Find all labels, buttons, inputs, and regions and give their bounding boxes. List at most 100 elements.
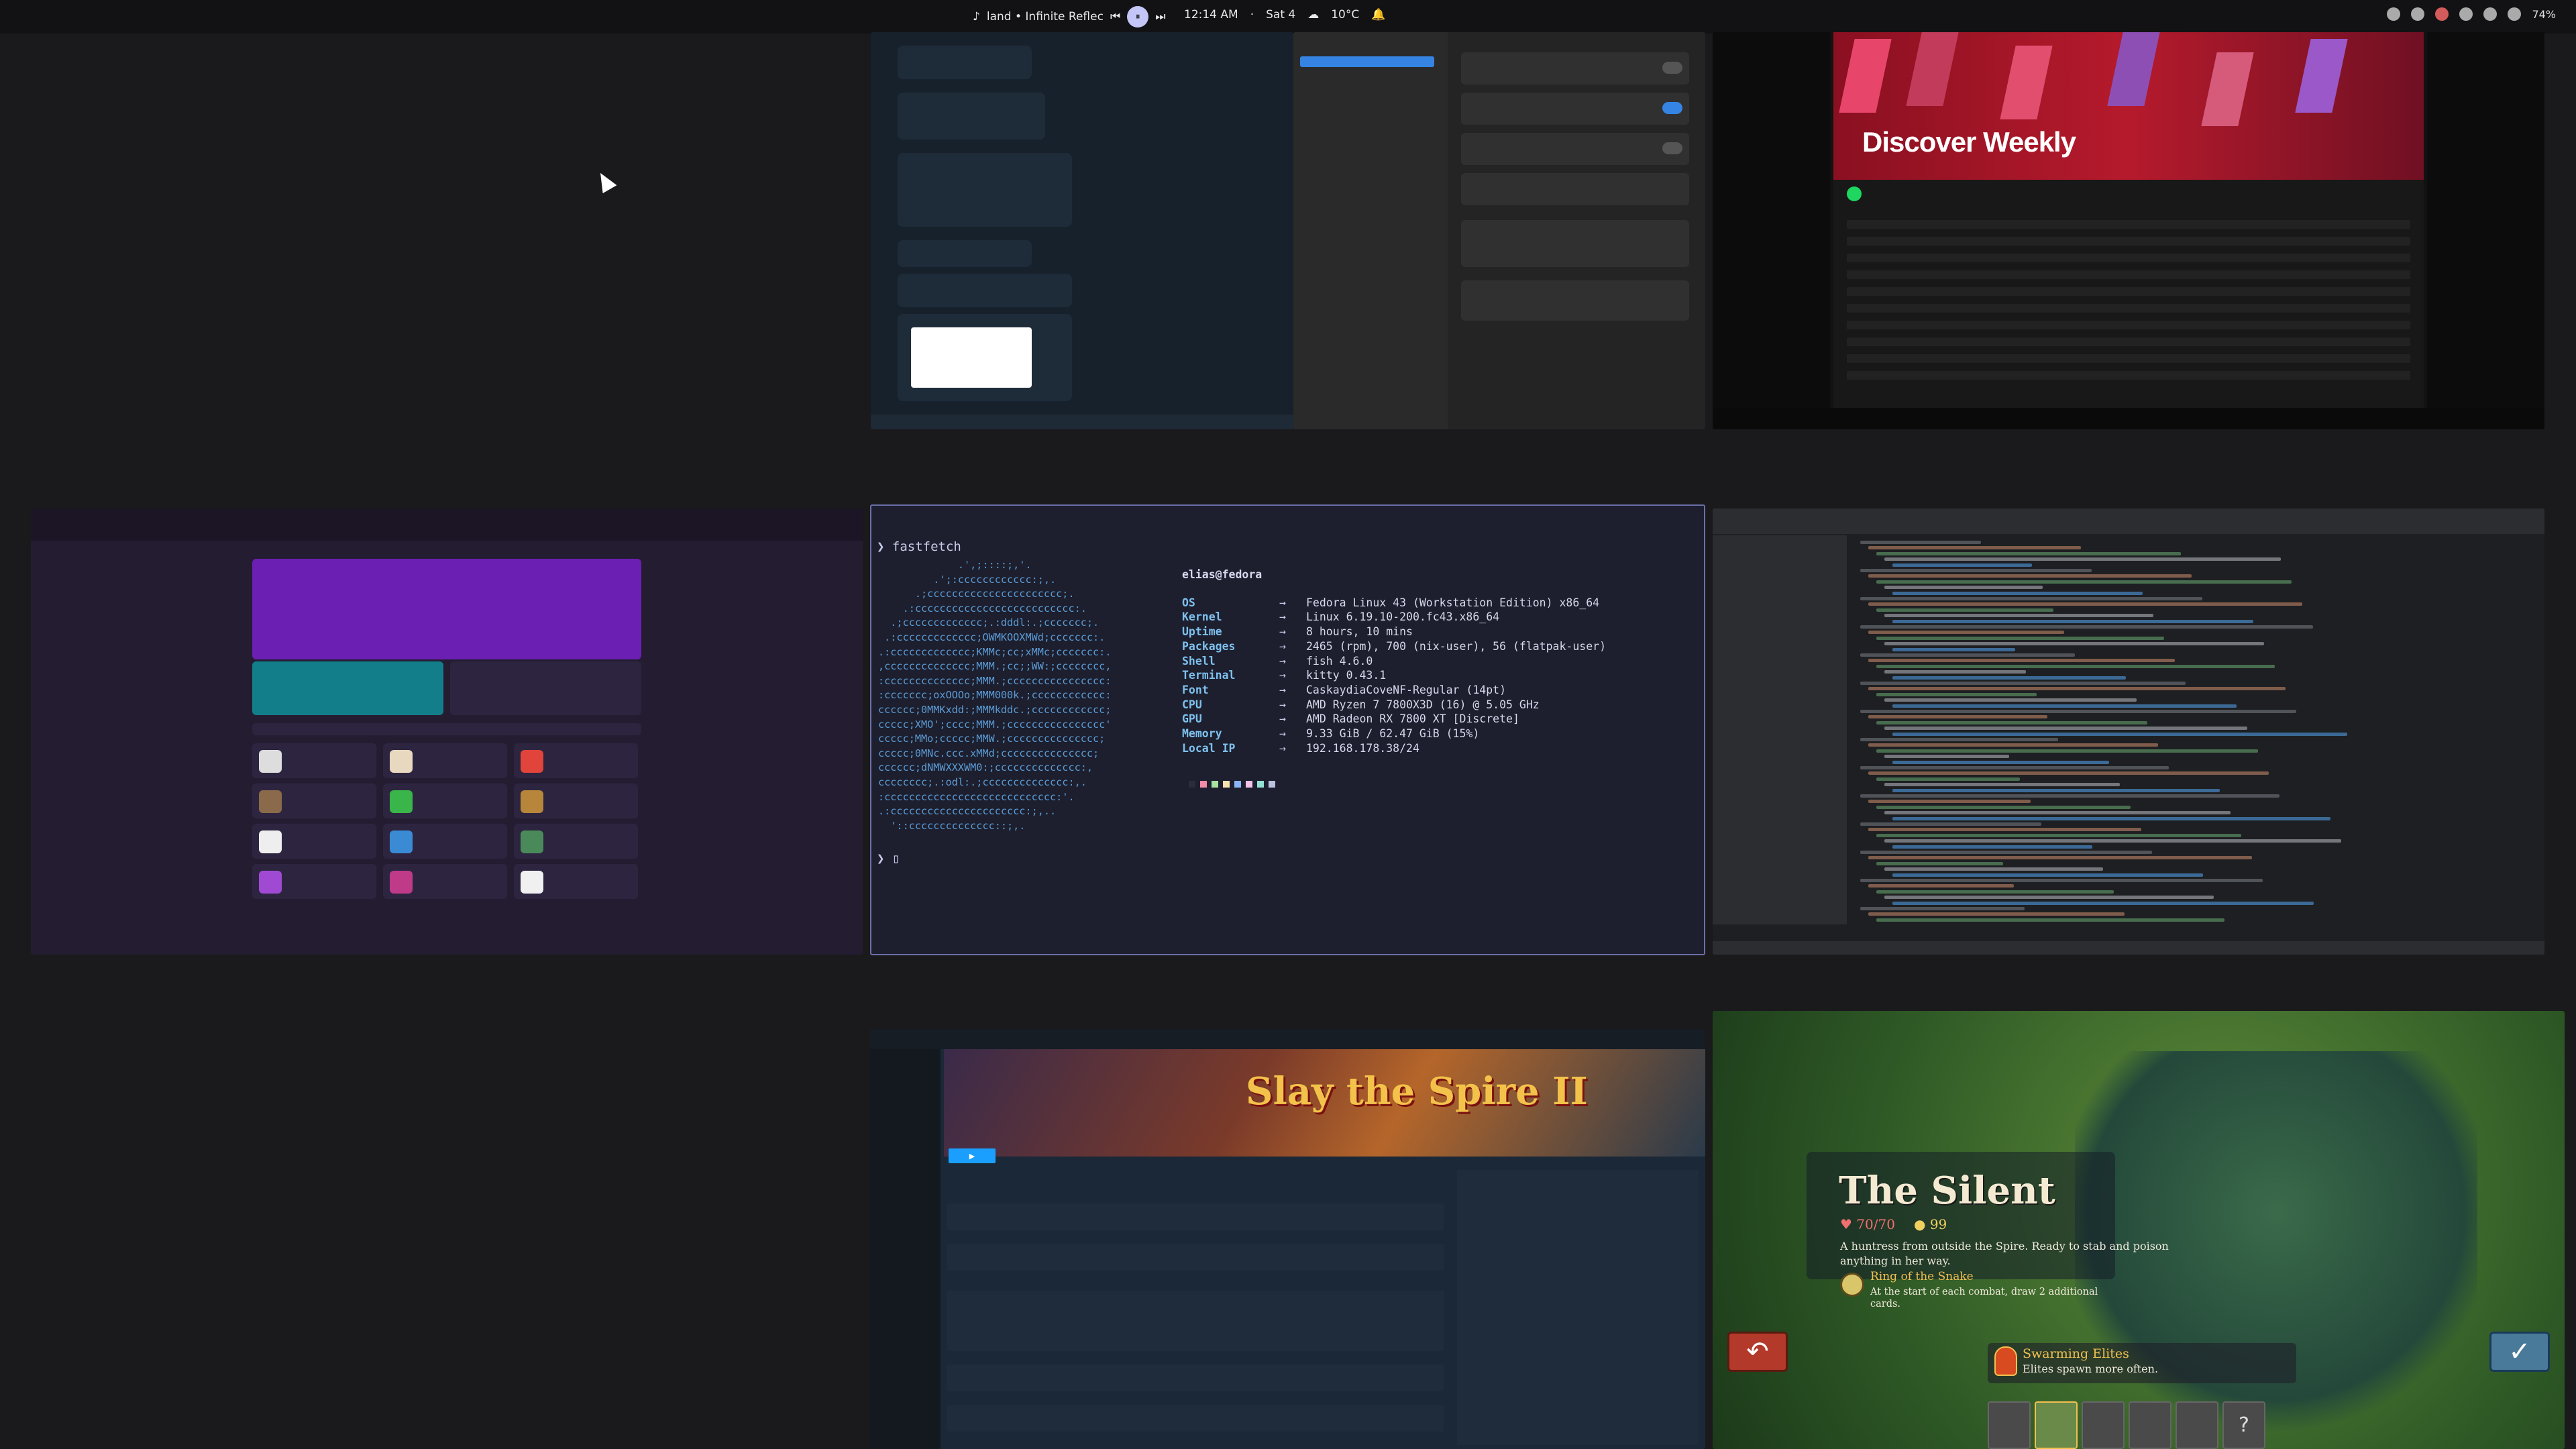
code-line	[1876, 608, 2053, 612]
track-row[interactable]	[1847, 321, 2410, 329]
link-preview-image[interactable]	[911, 327, 1032, 388]
telegram-tray-icon[interactable]	[2411, 7, 2425, 21]
notification-icon[interactable]: 🔔	[1371, 8, 1385, 21]
settings-row[interactable]	[1461, 220, 1689, 267]
random-character-slot[interactable]: ?	[2222, 1401, 2265, 1449]
media-player[interactable]: ♪ land • Infinite Reflec ⏮ ⏸ ⏭	[973, 5, 1166, 29]
track-row[interactable]	[1847, 254, 2410, 262]
feed-item[interactable]	[947, 1203, 1444, 1230]
category-tabs[interactable]	[252, 723, 641, 735]
user-host: elias@fedora	[1182, 568, 1263, 581]
playback-bar[interactable]	[1713, 408, 2544, 429]
spotify-tray-icon[interactable]	[2387, 7, 2401, 21]
code-editor[interactable]	[1854, 535, 2524, 924]
app-card[interactable]	[383, 784, 507, 818]
game-library-list[interactable]	[870, 1049, 941, 1449]
pause-button[interactable]: ⏸	[1127, 6, 1149, 28]
character-slot[interactable]	[2176, 1401, 2218, 1449]
settings-window[interactable]	[1293, 32, 1705, 429]
code-line	[1868, 743, 2158, 747]
network-icon[interactable]	[2459, 7, 2473, 21]
app-card[interactable]	[514, 864, 638, 899]
track-row[interactable]	[1847, 337, 2410, 346]
next-icon[interactable]: ⏭	[1155, 10, 1165, 23]
sidebar-item-selected[interactable]	[1300, 56, 1434, 67]
feed-item[interactable]	[947, 1364, 1444, 1391]
toggle-switch[interactable]	[1662, 62, 1682, 74]
play-button[interactable]	[1847, 186, 1862, 201]
app-card[interactable]	[383, 864, 507, 899]
settings-row[interactable]	[1461, 173, 1689, 205]
code-line	[1892, 845, 2092, 849]
spotify-window[interactable]: Discover Weekly	[1713, 32, 2544, 429]
chat-window[interactable]	[871, 32, 1293, 429]
info-row: OS → Fedora Linux 43 (Workstation Edition)…	[1182, 596, 1606, 610]
confirm-button[interactable]: ✓	[2489, 1332, 2550, 1372]
back-button[interactable]: ↶	[1727, 1332, 1788, 1372]
info-row: Kernel → Linux 6.19.10-200.fc43.x86_64	[1182, 610, 1606, 625]
app-card[interactable]	[383, 824, 507, 859]
app-card[interactable]	[252, 743, 376, 778]
app-card[interactable]	[252, 784, 376, 818]
track-row[interactable]	[1847, 270, 2410, 279]
track-list[interactable]	[1833, 180, 2424, 408]
track-row[interactable]	[1847, 304, 2410, 313]
track-row[interactable]	[1847, 371, 2410, 380]
featured-card[interactable]	[450, 661, 641, 715]
app-card[interactable]	[383, 743, 507, 778]
ide-window[interactable]	[1713, 508, 2544, 955]
message-input[interactable]	[871, 415, 1293, 429]
prompt-cursor[interactable]: ❯ ▯	[877, 851, 900, 866]
arrow-icon: →	[1279, 625, 1286, 639]
character-slot[interactable]	[2082, 1401, 2125, 1449]
game-window[interactable]: The Silent ♥ 70/70 ● 99 A huntress from …	[1713, 1011, 2565, 1449]
project-tree[interactable]	[1713, 535, 1847, 924]
app-tray-icon[interactable]	[2435, 7, 2449, 21]
info-label: Kernel	[1182, 610, 1222, 624]
featured-card[interactable]	[252, 661, 443, 715]
track-row[interactable]	[1847, 220, 2410, 229]
palette-swatch	[1257, 781, 1264, 788]
palette-swatch	[1234, 781, 1241, 788]
app-card[interactable]	[514, 824, 638, 859]
track-row[interactable]	[1847, 354, 2410, 363]
app-card[interactable]	[252, 864, 376, 899]
app-card[interactable]	[252, 824, 376, 859]
character-slot[interactable]	[1988, 1401, 2031, 1449]
track-row[interactable]	[1847, 287, 2410, 296]
feed-item[interactable]	[947, 1291, 1444, 1351]
code-line	[1892, 647, 2015, 651]
bluetooth-icon[interactable]	[2483, 7, 2498, 21]
previous-icon[interactable]: ⏮	[1110, 10, 1120, 23]
toggle-switch[interactable]	[1662, 142, 1682, 154]
terminal-window[interactable]: ❯ fastfetch .',;::::;,'. .';:ccccccccccc…	[870, 504, 1705, 955]
system-tray: 74%	[2387, 7, 2556, 21]
relic-icon[interactable]	[1840, 1273, 1864, 1297]
code-line	[1876, 861, 2003, 865]
toggle-switch[interactable]	[1662, 102, 1682, 114]
arrow-icon: →	[1279, 741, 1286, 755]
info-row: Uptime → 8 hours, 10 mins	[1182, 625, 1606, 639]
settings-row[interactable]	[1461, 93, 1689, 125]
featured-banner[interactable]	[252, 559, 641, 659]
code-line	[1868, 687, 2286, 691]
character-slot[interactable]	[2129, 1401, 2171, 1449]
feed-item[interactable]	[947, 1405, 1444, 1432]
flathub-window[interactable]	[31, 508, 863, 955]
settings-row[interactable]	[1461, 133, 1689, 165]
app-card[interactable]	[514, 784, 638, 818]
play-button[interactable]: ▶	[949, 1148, 996, 1163]
steam-nav-bar[interactable]	[870, 1029, 1705, 1049]
code-line	[1860, 851, 2152, 854]
info-row: Memory → 9.33 GiB / 62.47 GiB (15%)	[1182, 727, 1606, 741]
track-row[interactable]	[1847, 237, 2410, 246]
editor-tab-bar[interactable]	[1713, 508, 2544, 534]
settings-row[interactable]	[1461, 280, 1689, 321]
app-card[interactable]	[514, 743, 638, 778]
feed-item[interactable]	[947, 1244, 1444, 1271]
steam-window[interactable]: Slay the Spire II ▶	[870, 1029, 1705, 1449]
arrow-icon: →	[1279, 712, 1286, 726]
clock-area[interactable]: 12:14 AM · Sat 4 ☁ 10°C 🔔	[1184, 8, 1385, 21]
character-slot-selected[interactable]	[2035, 1401, 2078, 1449]
settings-row[interactable]	[1461, 52, 1689, 85]
